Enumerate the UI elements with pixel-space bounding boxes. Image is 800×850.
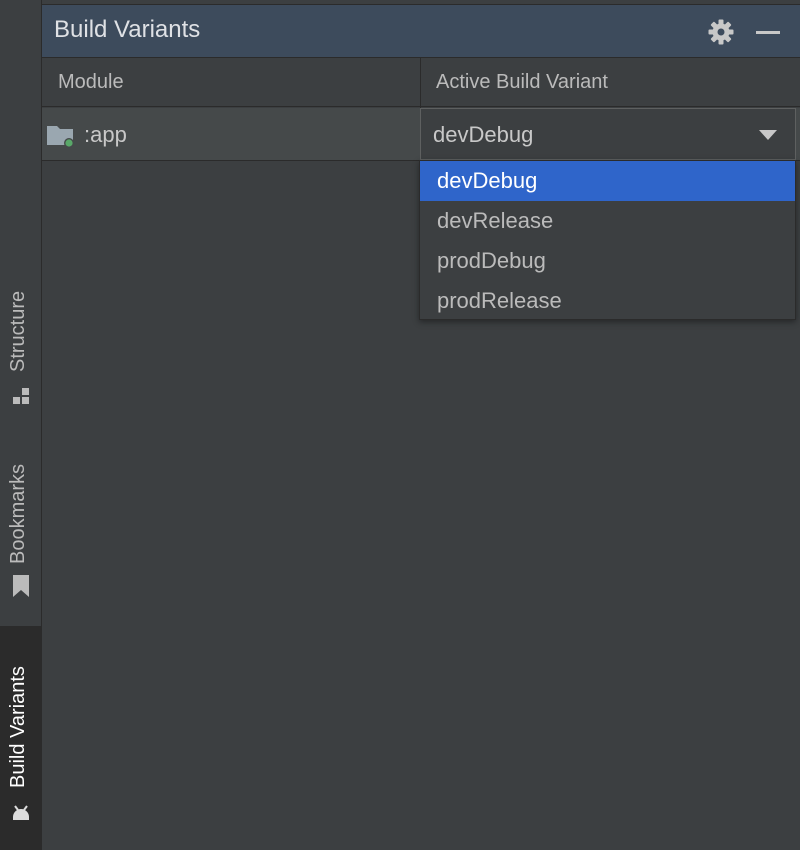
build-variants-window: Structure Bookmarks Build Variants Build… [0,0,800,850]
panel-header: Build Variants [42,4,800,58]
dropdown-option-prodrelease[interactable]: prodRelease [420,281,795,321]
tab-build-variants[interactable]: Build Variants [0,626,42,850]
tab-bookmarks[interactable]: Bookmarks [0,438,42,608]
tab-structure-label: Structure [7,290,29,372]
tab-structure[interactable]: Structure [0,268,42,414]
dropdown-option-devrelease[interactable]: devRelease [420,201,795,241]
minimize-icon[interactable] [756,21,780,43]
module-folder-icon [47,126,74,148]
gear-icon[interactable] [708,19,734,45]
build-variant-dropdown: devDebug devRelease prodDebug prodReleas… [419,160,796,320]
build-variant-select[interactable]: devDebug [420,108,796,160]
chevron-down-icon[interactable] [759,130,777,140]
module-name: :app [84,122,127,147]
tab-build-variants-label: Build Variants [7,666,29,788]
tool-window-strip: Structure Bookmarks Build Variants [0,0,42,850]
dropdown-option-devdebug[interactable]: devDebug [420,161,795,201]
panel-title: Build Variants [54,16,201,43]
bookmark-icon [13,575,29,597]
column-header-active-build-variant[interactable]: Active Build Variant [436,71,608,94]
table-row[interactable]: :app devDebug [42,108,800,161]
android-icon [13,805,29,820]
tab-bookmarks-label: Bookmarks [7,463,29,564]
build-variant-value: devDebug [433,122,534,147]
structure-icon [13,388,29,404]
dropdown-option-proddebug[interactable]: prodDebug [420,241,795,281]
table-header: Module Active Build Variant [42,58,800,107]
build-variants-panel: Build Variants Module Active Build Varia… [42,0,800,850]
column-header-module[interactable]: Module [58,71,124,94]
